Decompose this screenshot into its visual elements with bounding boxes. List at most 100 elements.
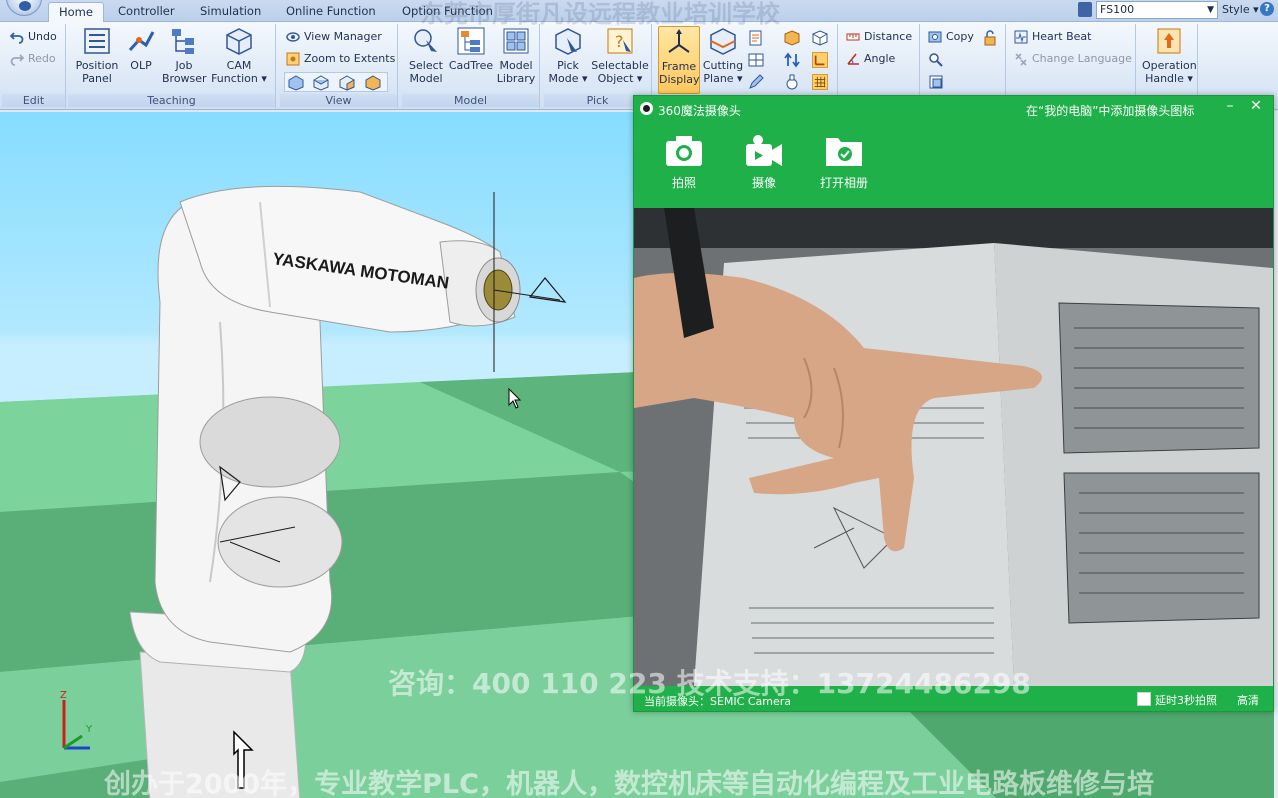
document-icon[interactable] bbox=[748, 30, 764, 46]
operation-handle-button[interactable]: Operation Handle ▾ bbox=[1142, 26, 1197, 85]
group-label-view: View bbox=[280, 94, 397, 107]
model-library-button[interactable]: Model Library bbox=[496, 26, 536, 85]
group-view: View Manager Zoom to Extents View bbox=[280, 24, 398, 108]
tab-online-function[interactable]: Online Function bbox=[276, 2, 386, 22]
cadtree-button[interactable]: CadTree bbox=[448, 26, 494, 72]
undo-button[interactable]: Undo bbox=[8, 28, 57, 46]
position-panel-icon bbox=[84, 28, 110, 54]
style-menu[interactable]: Style ▾ bbox=[1222, 3, 1259, 16]
take-photo-label: 拍照 bbox=[671, 176, 696, 190]
checkbox-box[interactable] bbox=[1137, 692, 1151, 706]
controller-icon bbox=[1078, 2, 1092, 17]
flask-icon[interactable] bbox=[784, 74, 800, 90]
mouse-cursor-icon bbox=[508, 388, 522, 409]
robot-arm-model[interactable]: YASKAWA MOTOMAN bbox=[120, 182, 580, 798]
job-browser-icon bbox=[172, 29, 194, 54]
zoom-extents-button[interactable]: Zoom to Extents bbox=[284, 50, 395, 68]
svg-text:?: ? bbox=[615, 32, 624, 51]
group-edit: Undo Redo Edit bbox=[2, 24, 66, 108]
zoom-extents-icon bbox=[286, 52, 300, 66]
change-language-button[interactable]: Change Language bbox=[1012, 50, 1132, 68]
job-browser-button[interactable]: Job Browser bbox=[162, 26, 207, 85]
box-icon[interactable] bbox=[784, 30, 800, 46]
watermark-bottom: 创办于2000年，专业教学PLC，机器人，数控机床等自动化编程及工业电路板维修与… bbox=[104, 769, 1154, 798]
pick-mode-button[interactable]: Pick Mode ▾ bbox=[546, 26, 590, 85]
group-label-edit: Edit bbox=[2, 94, 65, 107]
controller-select[interactable]: FS100 ▼ bbox=[1096, 1, 1218, 19]
camera-live-feed[interactable] bbox=[634, 208, 1273, 686]
position-panel-button[interactable]: Position Panel bbox=[72, 26, 122, 85]
tab-simulation[interactable]: Simulation bbox=[190, 2, 271, 22]
window-icon[interactable] bbox=[928, 74, 944, 90]
view-iso-icon[interactable] bbox=[365, 75, 381, 91]
frame-display-button[interactable]: Frame Display bbox=[658, 26, 700, 94]
coordinate-frame-icon[interactable] bbox=[812, 52, 828, 68]
cadtree-icon bbox=[457, 27, 485, 55]
tab-home[interactable]: Home bbox=[48, 2, 104, 22]
application-menu-button[interactable] bbox=[6, 0, 42, 16]
webcam-logo-icon bbox=[640, 102, 653, 115]
distance-button[interactable]: Distance bbox=[844, 28, 912, 46]
question-select-icon: ? bbox=[607, 28, 633, 54]
grid-floor-icon[interactable] bbox=[812, 74, 828, 90]
open-album-label: 打开相册 bbox=[819, 176, 868, 190]
cam-function-button[interactable]: CAM Function ▾ bbox=[210, 26, 268, 85]
select-model-button[interactable]: Select Model bbox=[404, 26, 448, 85]
cutting-plane-button[interactable]: Cutting Plane ▾ bbox=[702, 26, 744, 85]
frame-axes-icon bbox=[668, 29, 690, 53]
view-front-icon[interactable] bbox=[288, 75, 304, 91]
pen-tool-icon[interactable] bbox=[748, 74, 764, 90]
viewport-scrollbar[interactable] bbox=[1274, 112, 1278, 798]
add-camera-icon-link[interactable]: 在“我的电脑”中添加摄像头图标 bbox=[1026, 102, 1194, 119]
record-video-label: 摄像 bbox=[751, 176, 776, 190]
select-model-icon bbox=[414, 29, 437, 52]
olp-button[interactable]: OLP bbox=[124, 26, 158, 72]
arrows-updown-icon[interactable] bbox=[784, 52, 800, 68]
model-library-icon bbox=[503, 28, 529, 54]
heart-beat-button[interactable]: Heart Beat bbox=[1012, 28, 1091, 46]
view-side-icon[interactable] bbox=[339, 75, 355, 91]
operation-handle-icon bbox=[1157, 28, 1181, 54]
group-teaching: Position Panel OLP Job Browser CAM Funct… bbox=[68, 24, 276, 108]
view-top-icon[interactable] bbox=[313, 75, 329, 91]
angle-button[interactable]: Angle bbox=[844, 50, 895, 68]
record-video-button[interactable]: 摄像 bbox=[732, 134, 796, 191]
lock-icon[interactable] bbox=[982, 30, 998, 46]
view-manager-button[interactable]: View Manager bbox=[284, 28, 382, 46]
delay-photo-checkbox[interactable]: 延时3秒拍照 bbox=[1137, 692, 1217, 708]
redo-icon bbox=[10, 54, 24, 66]
chevron-down-icon: ▼ bbox=[1207, 5, 1214, 15]
language-icon bbox=[1015, 53, 1027, 66]
minimize-button[interactable]: – bbox=[1222, 98, 1238, 118]
olp-icon bbox=[128, 31, 155, 52]
coordinate-axis-triad: Z Y bbox=[60, 690, 93, 750]
open-album-button[interactable]: 打开相册 bbox=[812, 134, 876, 191]
take-photo-button[interactable]: 拍照 bbox=[652, 134, 716, 191]
grid-icon[interactable] bbox=[748, 52, 764, 68]
search-object-icon[interactable] bbox=[928, 52, 944, 68]
help-icon[interactable]: ? bbox=[1260, 2, 1274, 16]
tab-controller[interactable]: Controller bbox=[108, 2, 185, 22]
redo-button[interactable]: Redo bbox=[8, 50, 56, 68]
axis-z-label: Z bbox=[60, 690, 67, 701]
app-logo-icon bbox=[19, 1, 31, 11]
watermark-contact: 咨询：400 110 223 技术支持：13724486298 bbox=[388, 667, 1031, 700]
group-label-teaching: Teaching bbox=[68, 94, 275, 107]
cube-outline-icon[interactable] bbox=[812, 30, 828, 46]
copy-button[interactable]: Copy bbox=[926, 28, 974, 46]
camera-window-title: 360魔法摄像头 bbox=[658, 104, 741, 118]
camera-window[interactable]: 360魔法摄像头 在“我的电脑”中添加摄像头图标 – ✕ 拍照 摄像 打开相册 bbox=[633, 95, 1274, 712]
cutting-plane-icon bbox=[710, 28, 736, 55]
undo-icon bbox=[10, 32, 24, 44]
quality-toggle[interactable]: 高清 bbox=[1237, 692, 1259, 708]
camera-title-bar[interactable]: 360魔法摄像头 在“我的电脑”中添加摄像头图标 – ✕ bbox=[634, 96, 1273, 122]
close-button[interactable]: ✕ bbox=[1248, 98, 1264, 118]
group-model: Select Model CadTree Model Library Model bbox=[402, 24, 540, 108]
folder-check-icon bbox=[826, 138, 862, 166]
axis-y-label: Y bbox=[85, 724, 93, 735]
camera-icon bbox=[666, 136, 702, 166]
copy-icon bbox=[928, 31, 942, 43]
eye-icon bbox=[286, 32, 300, 42]
selectable-object-button[interactable]: ? Selectable Object ▾ bbox=[590, 26, 650, 85]
cube-icon bbox=[226, 28, 252, 55]
